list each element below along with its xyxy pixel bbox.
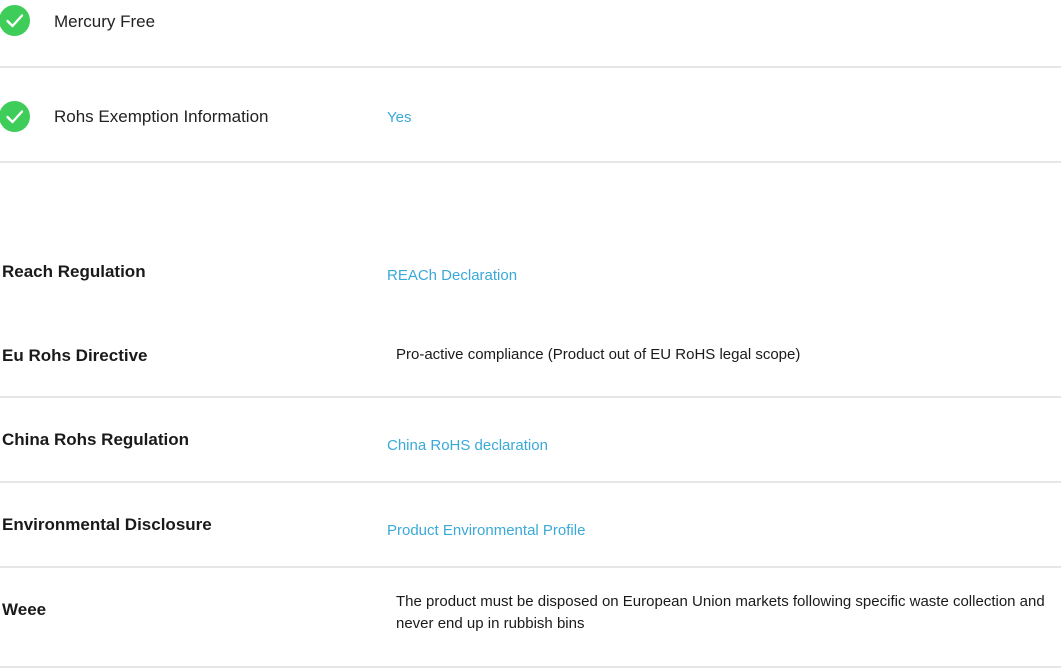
check-circle-icon <box>0 5 30 36</box>
reach-declaration-link[interactable]: REACh Declaration <box>387 267 517 284</box>
divider <box>0 666 1061 668</box>
china-rohs-declaration-link[interactable]: China RoHS declaration <box>387 437 548 454</box>
eu-rohs-directive-heading: Eu Rohs Directive <box>2 346 148 365</box>
weee-value: The product must be disposed on European… <box>396 593 1045 632</box>
eu-rohs-directive-value: Pro-active compliance (Product out of EU… <box>396 346 801 363</box>
divider <box>0 396 1061 398</box>
divider <box>0 566 1061 568</box>
divider <box>0 481 1061 483</box>
product-environmental-profile-link[interactable]: Product Environmental Profile <box>387 522 585 539</box>
check-circle-icon <box>0 101 30 132</box>
rohs-exemption-value-link[interactable]: Yes <box>387 109 411 126</box>
reach-regulation-heading: Reach Regulation <box>2 262 146 281</box>
environmental-disclosure-heading: Environmental Disclosure <box>2 515 212 534</box>
china-rohs-regulation-heading: China Rohs Regulation <box>2 430 189 449</box>
eco-flag-label: Rohs Exemption Information <box>54 107 269 126</box>
divider <box>0 66 1061 68</box>
weee-heading: Weee <box>2 600 47 619</box>
divider <box>0 161 1061 163</box>
eco-flag-label: Mercury Free <box>54 12 156 31</box>
